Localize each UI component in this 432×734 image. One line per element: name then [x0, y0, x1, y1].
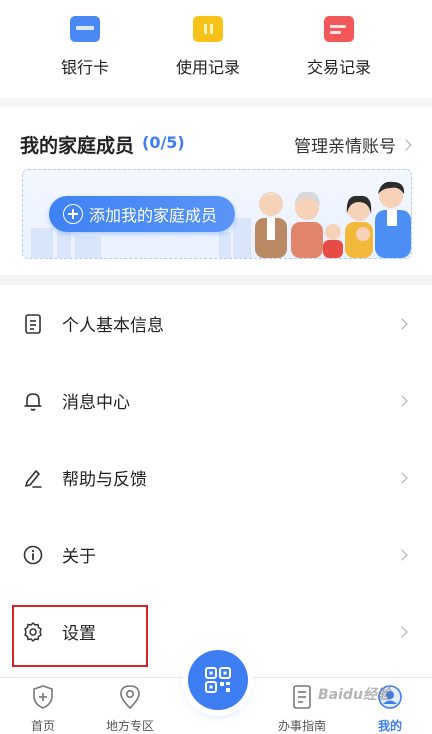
- location-pin-icon: [120, 685, 140, 709]
- settings-highlight-box: [12, 605, 148, 667]
- scan-qr-button[interactable]: [188, 650, 248, 710]
- nav-tab-home[interactable]: 首页: [3, 684, 83, 734]
- nav-label-home: 首页: [30, 719, 55, 733]
- chevron-right-icon: [396, 471, 408, 484]
- bank-card-button[interactable]: 银行卡: [30, 12, 140, 82]
- family-members-title: 我的家庭成员: [20, 135, 135, 157]
- add-family-member-label: 添加我的家庭成员: [89, 206, 218, 225]
- family-illustration: [255, 181, 411, 258]
- family-banner: 添加我的家庭成员: [22, 169, 412, 259]
- menu-item-personal-info[interactable]: 个人基本信息: [0, 285, 432, 362]
- transaction-record-icon: [324, 16, 354, 42]
- menu-item-help-feedback[interactable]: 帮助与反馈: [0, 439, 432, 516]
- menu-label-help-feedback: 帮助与反馈: [62, 470, 147, 490]
- bank-card-icon: [70, 16, 100, 42]
- watermark: Baidu经验: [318, 687, 391, 703]
- transaction-record-button[interactable]: 交易记录: [284, 12, 394, 82]
- transaction-record-label: 交易记录: [306, 58, 371, 77]
- chevron-right-icon: [400, 138, 412, 151]
- menu-item-about[interactable]: 关于: [0, 516, 432, 593]
- chevron-right-icon: [396, 625, 408, 638]
- nav-label-mine: 我的: [377, 719, 402, 733]
- manage-family-accounts-link[interactable]: 管理亲情账号: [294, 132, 412, 157]
- chevron-right-icon: [396, 548, 408, 561]
- chevron-right-icon: [396, 394, 408, 407]
- shield-plus-icon: [33, 685, 53, 709]
- family-members-card: 我的家庭成员 (0/5) 管理亲情账号 添加我的家庭成员: [0, 107, 432, 275]
- bank-card-label: 银行卡: [60, 58, 109, 77]
- pen-icon: [25, 469, 42, 488]
- menu-label-about: 关于: [62, 547, 96, 567]
- nav-label-service-guide: 办事指南: [277, 719, 326, 733]
- menu-label-personal-info: 个人基本信息: [62, 316, 164, 336]
- menu-label-message-center: 消息中心: [62, 393, 130, 413]
- menu-item-message-center[interactable]: 消息中心: [0, 362, 432, 439]
- bell-icon: [24, 392, 42, 411]
- family-members-count: (0/5): [142, 133, 185, 152]
- plus-circle-icon: [63, 204, 83, 224]
- quick-actions-panel: 银行卡 使用记录 交易记录: [0, 0, 432, 98]
- qr-code-icon: [205, 667, 231, 693]
- nav-label-local-zone: 地方专区: [105, 719, 154, 733]
- usage-record-icon: [193, 16, 223, 42]
- chevron-right-icon: [396, 317, 408, 330]
- guide-document-icon: [293, 685, 311, 709]
- info-icon: [23, 545, 43, 564]
- nav-tab-local-zone[interactable]: 地方专区: [90, 684, 170, 734]
- add-family-member-button[interactable]: 添加我的家庭成员: [49, 196, 235, 232]
- usage-record-button[interactable]: 使用记录: [153, 12, 263, 82]
- usage-record-label: 使用记录: [175, 58, 240, 77]
- manage-family-accounts-label: 管理亲情账号: [294, 137, 396, 157]
- document-icon: [25, 313, 41, 334]
